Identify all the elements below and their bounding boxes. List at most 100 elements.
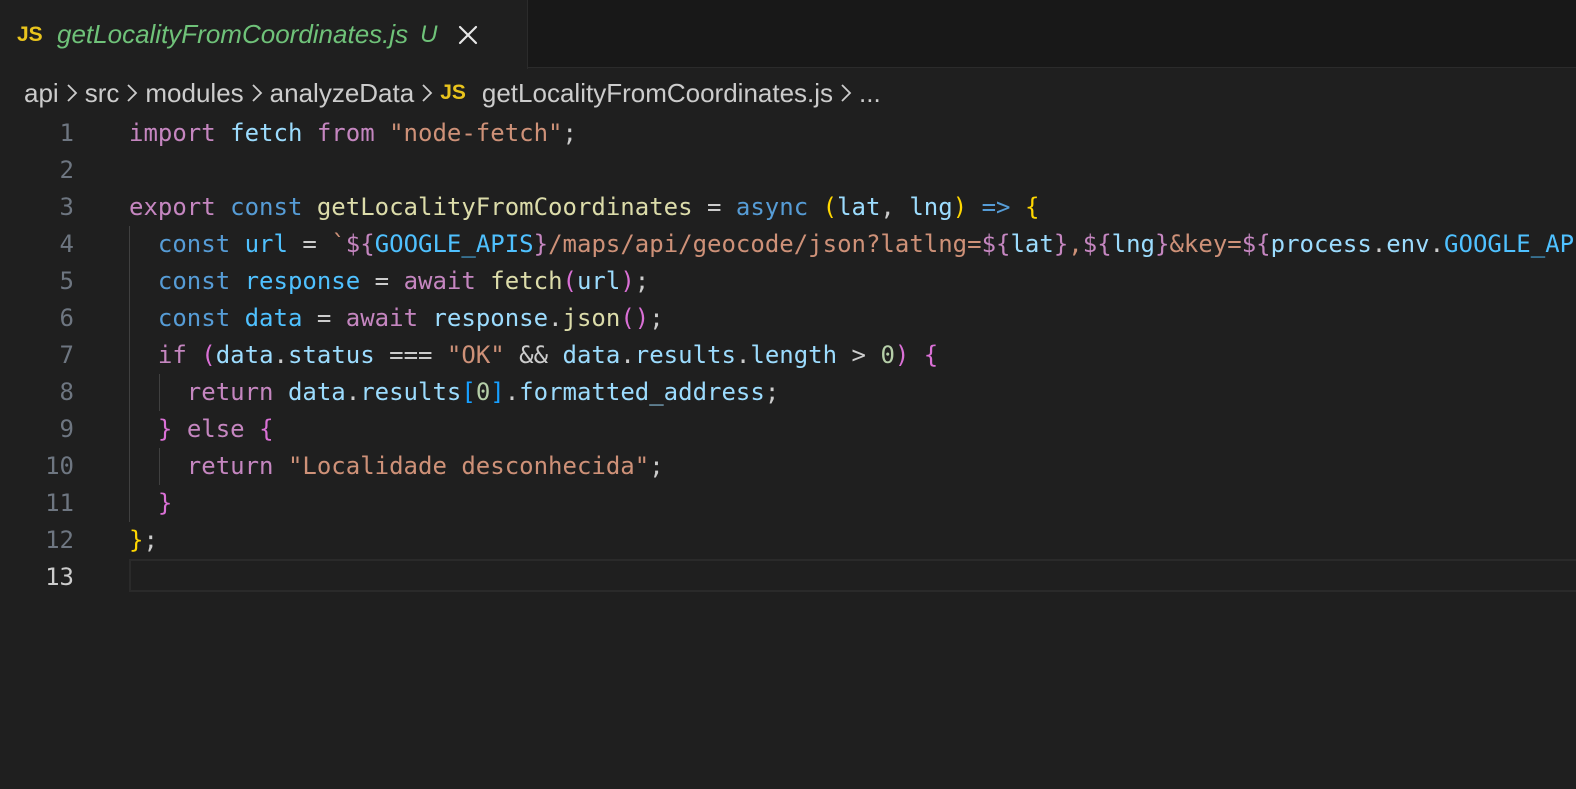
line-number: 11 <box>45 489 74 517</box>
code-line[interactable]: 12}; <box>0 522 1576 559</box>
code-token: async <box>735 193 809 221</box>
code-token: , <box>1068 230 1083 258</box>
code-token: , <box>880 193 910 221</box>
code-text: import fetch from "node-fetch"; <box>129 115 577 152</box>
code-token: . <box>1371 230 1387 258</box>
chevron-right-icon <box>416 83 438 103</box>
code-line[interactable]: 5 const response = await fetch(url); <box>0 263 1576 300</box>
code-token: ` <box>331 230 346 258</box>
code-token: url <box>244 230 288 258</box>
code-token: env <box>1386 230 1430 258</box>
code-token: else <box>186 415 245 443</box>
code-token: formatted_address <box>519 378 765 406</box>
breadcrumb-item-modules[interactable]: modules <box>145 78 243 109</box>
code-token: = <box>692 193 736 221</box>
code-line[interactable]: 9 } else { <box>0 411 1576 448</box>
chevron-right-icon <box>246 83 268 103</box>
code-text: return data.results[0].formatted_address… <box>129 374 779 411</box>
code-token: length <box>750 341 838 369</box>
code-token: results <box>360 378 462 406</box>
code-token: ( <box>562 267 577 295</box>
breadcrumb-item-file[interactable]: getLocalityFromCoordinates.js <box>482 78 833 109</box>
tab-getlocalityfromcoordinates[interactable]: JS getLocalityFromCoordinates.js U <box>0 0 528 69</box>
code-token: /maps/api/geocode/json?latlng= <box>548 230 982 258</box>
chevron-right-icon <box>835 83 857 103</box>
breadcrumb-item-analyzedata[interactable]: analyzeData <box>270 78 415 109</box>
code-line[interactable]: 8 return data.results[0].formatted_addre… <box>0 374 1576 411</box>
code-text: } else { <box>129 411 274 448</box>
code-text: export const getLocalityFromCoordinates … <box>129 189 1039 226</box>
code-token: ; <box>562 119 577 147</box>
close-icon[interactable] <box>456 23 480 47</box>
line-number: 2 <box>59 156 74 184</box>
code-token: && <box>504 341 563 369</box>
code-token: if <box>157 341 187 369</box>
breadcrumb-item-src[interactable]: src <box>85 78 120 109</box>
code-line[interactable]: 11 } <box>0 485 1576 522</box>
code-token: ) <box>620 267 635 295</box>
code-token: 0 <box>880 341 895 369</box>
code-token: "node-fetch" <box>389 119 563 147</box>
code-token: status <box>287 341 375 369</box>
code-token: } <box>533 230 549 258</box>
code-token: "Localidade desconhecida" <box>287 452 650 480</box>
code-token: . <box>735 341 751 369</box>
code-token: } <box>157 415 173 443</box>
code-token: () <box>620 304 650 332</box>
code-token: { <box>1024 193 1040 221</box>
code-line[interactable]: 1 import fetch from "node-fetch"; <box>0 115 1576 152</box>
code-token: const <box>157 304 231 332</box>
code-token: await <box>403 267 476 295</box>
code-line[interactable]: 3 export const getLocalityFromCoordinates… <box>0 189 1576 226</box>
code-token: ; <box>649 452 664 480</box>
code-line[interactable]: 6 const data = await response.json(); <box>0 300 1576 337</box>
code-token: json <box>562 304 621 332</box>
code-token: fetch <box>490 267 563 295</box>
code-token: ) <box>952 193 968 221</box>
javascript-file-icon: JS <box>17 22 43 46</box>
tab-title: getLocalityFromCoordinates.js <box>57 19 409 49</box>
code-line[interactable]: 2 <box>0 152 1576 189</box>
code-token: GOOGLE_API_KEY <box>1444 230 1576 258</box>
code-token: ${ <box>345 230 375 258</box>
line-number: 12 <box>45 526 74 554</box>
code-token: GOOGLE_APIS <box>374 230 534 258</box>
code-token: url <box>576 267 621 295</box>
code-token: [ <box>461 378 476 406</box>
code-token: ; <box>649 304 664 332</box>
breadcrumb-item-more[interactable]: ... <box>859 78 881 109</box>
code-line[interactable]: 4 const url = `${GOOGLE_APIS}/maps/api/g… <box>0 226 1576 263</box>
code-editor[interactable]: 1 import fetch from "node-fetch"; 2 3 export… <box>0 115 1576 789</box>
line-number: 4 <box>59 230 74 258</box>
code-text: }; <box>129 522 158 559</box>
code-token: } <box>157 489 173 517</box>
code-line[interactable]: 13 <box>0 559 1576 596</box>
breadcrumb-item-api[interactable]: api <box>24 78 59 109</box>
line-number: 8 <box>59 378 74 406</box>
code-token: . <box>1429 230 1445 258</box>
code-line[interactable]: 7 if (data.status === "OK" && data.resul… <box>0 337 1576 374</box>
chevron-right-icon <box>61 83 83 103</box>
code-token: } <box>1053 230 1069 258</box>
code-token: ; <box>764 378 780 406</box>
code-token: { <box>259 415 274 443</box>
code-token: ; <box>634 267 650 295</box>
code-token: export <box>129 193 216 221</box>
code-token: === <box>374 341 447 369</box>
code-line[interactable]: 10 return "Localidade desconhecida"; <box>0 448 1576 485</box>
